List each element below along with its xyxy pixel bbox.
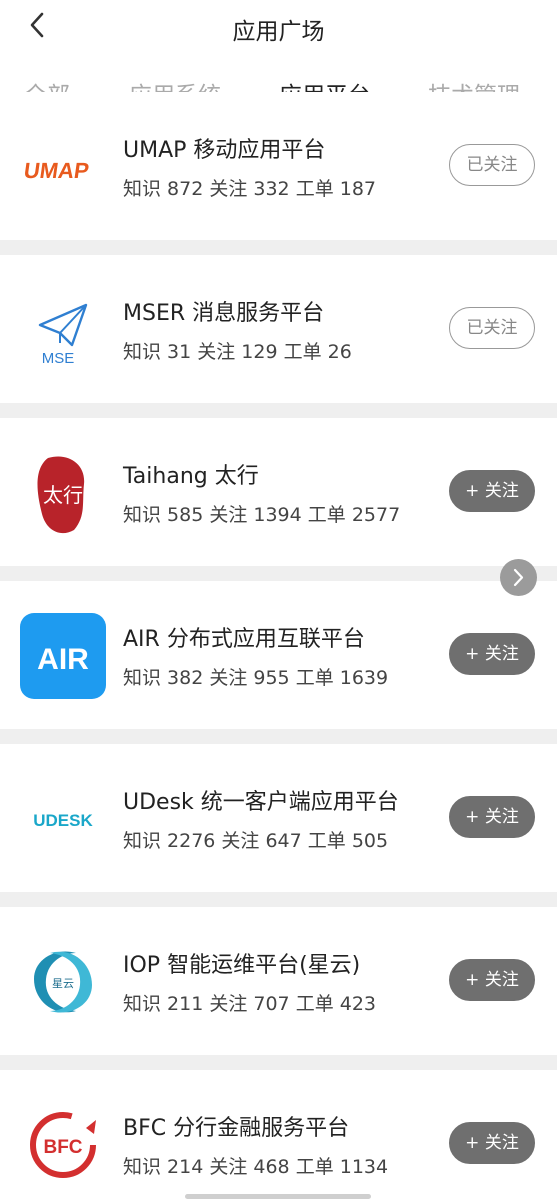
follow-button[interactable]: + 关注: [449, 959, 535, 1001]
app-name: AIR 分布式应用互联平台: [123, 627, 365, 652]
taihang-logo: 太行: [20, 450, 106, 536]
app-name: BFC 分行金融服务平台: [123, 1116, 350, 1141]
svg-text:BFC: BFC: [43, 1137, 82, 1158]
svg-text:星云: 星云: [52, 977, 74, 990]
list-item[interactable]: 太行 Taihang 太行 知识 585 关注 1394 工单 2577 + 关…: [0, 418, 557, 566]
app-stats: 知识 214 关注 468 工单 1134: [123, 1156, 389, 1178]
app-name: UMAP 移动应用平台: [123, 138, 326, 163]
svg-text:AIR: AIR: [37, 643, 89, 676]
app-stats: 知识 585 关注 1394 工单 2577: [123, 504, 401, 526]
list-item[interactable]: BFC BFC 分行金融服务平台 知识 214 关注 468 工单 1134 +…: [0, 1070, 557, 1202]
app-stats: 知识 31 关注 129 工单 26: [123, 341, 352, 363]
page-title: 应用广场: [232, 19, 325, 45]
app-name: IOP 智能运维平台(星云): [123, 953, 361, 978]
udesk-logo: UDESK: [20, 776, 106, 862]
svg-text:UMAP: UMAP: [22, 158, 90, 183]
svg-text:MSE: MSE: [42, 350, 75, 367]
app-stats: 知识 872 关注 332 工单 187: [123, 178, 376, 200]
follow-button[interactable]: + 关注: [449, 633, 535, 675]
list-item[interactable]: UDESK UDesk 统一客户端应用平台 知识 2276 关注 647 工单 …: [0, 744, 557, 892]
svg-text:太行: 太行: [43, 483, 83, 507]
app-stats: 知识 2276 关注 647 工单 505: [123, 830, 389, 852]
chevron-right-icon[interactable]: [500, 559, 537, 596]
follow-button[interactable]: + 关注: [449, 1122, 535, 1164]
follow-button[interactable]: 已关注: [449, 307, 535, 349]
app-name: Taihang 太行: [123, 464, 259, 489]
list-item[interactable]: MSE MSER 消息服务平台 知识 31 关注 129 工单 26 已关注: [0, 255, 557, 403]
list-item[interactable]: UMAP UMAP 移动应用平台 知识 872 关注 332 工单 187 已关…: [0, 92, 557, 240]
app-name: MSER 消息服务平台: [123, 301, 325, 326]
app-name: UDesk 统一客户端应用平台: [123, 790, 399, 815]
app-stats: 知识 211 关注 707 工单 423: [123, 993, 376, 1015]
list-item[interactable]: 星云 IOP 智能运维平台(星云) 知识 211 关注 707 工单 423 +…: [0, 907, 557, 1055]
iop-logo: 星云: [20, 939, 106, 1025]
follow-button[interactable]: 已关注: [449, 144, 535, 186]
follow-button[interactable]: + 关注: [449, 470, 535, 512]
air-logo: AIR: [20, 613, 106, 699]
umap-logo: UMAP: [20, 124, 106, 210]
svg-text:UDESK: UDESK: [33, 811, 93, 830]
mse-logo: MSE: [20, 287, 106, 373]
home-indicator: [185, 1194, 371, 1199]
app-stats: 知识 382 关注 955 工单 1639: [123, 667, 389, 689]
list-item[interactable]: AIR AIR 分布式应用互联平台 知识 382 关注 955 工单 1639 …: [0, 581, 557, 729]
bfc-logo: BFC: [20, 1102, 106, 1188]
follow-button[interactable]: + 关注: [449, 796, 535, 838]
